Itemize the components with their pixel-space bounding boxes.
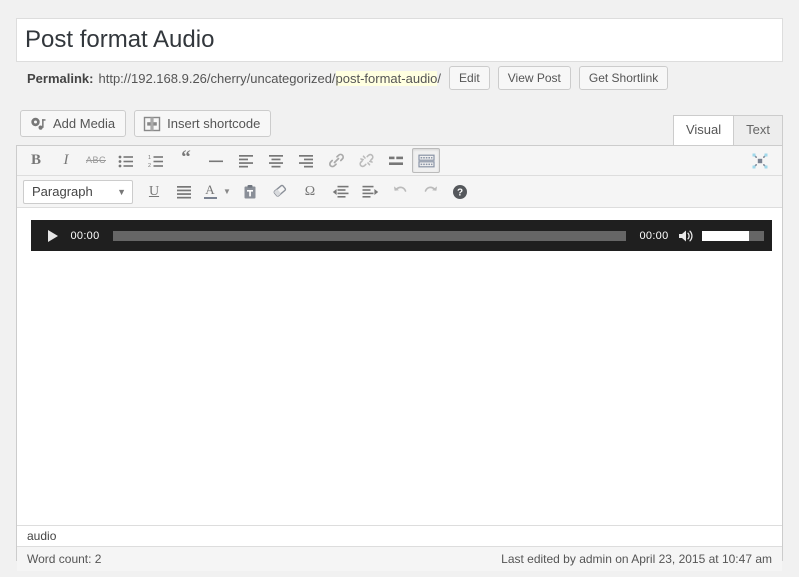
paste-as-text-icon[interactable] [236,179,264,204]
editor-content-area[interactable]: 00:00 00:00 [17,208,782,525]
read-more-icon[interactable] [382,148,410,173]
fullscreen-icon[interactable] [746,148,774,173]
unlink-icon[interactable] [352,148,380,173]
align-center-icon[interactable] [262,148,290,173]
special-character-glyph: Ω [305,185,315,199]
audio-current-time: 00:00 [65,230,105,242]
kitchen-sink-icon[interactable] [412,148,440,173]
bold-glyph: B [31,153,41,168]
editor-mode-tabs: Visual Text [673,114,783,144]
edit-permalink-button[interactable]: Edit [449,66,490,90]
insert-shortcode-button[interactable]: Insert shortcode [134,110,271,137]
insert-shortcode-label: Insert shortcode [167,116,260,131]
bulleted-list-icon[interactable] [112,148,140,173]
italic-icon[interactable]: I [52,148,80,173]
post-title-input[interactable] [16,18,783,62]
undo-icon[interactable] [386,179,414,204]
audio-volume-slider[interactable] [702,231,764,241]
editor-toolbar-row-1: B I ABC 1 2 [17,146,782,176]
redo-icon[interactable] [416,179,444,204]
audio-duration: 00:00 [634,230,674,242]
insert-link-icon[interactable] [322,148,350,173]
keyboard-shortcuts-help-icon[interactable]: ? [446,179,474,204]
text-color-swatch [204,197,217,200]
path-element-audio[interactable]: audio [27,529,56,543]
permalink-slug[interactable]: post-format-audio [336,71,438,86]
svg-text:?: ? [457,187,463,198]
word-count: Word count: 2 [27,552,101,566]
strikethrough-glyph: ABC [86,156,106,165]
play-icon [48,230,58,242]
post-editor-page: Permalink: http://192.168.9.26/cherry/un… [0,0,799,577]
justify-icon[interactable] [170,179,198,204]
svg-text:2: 2 [148,163,151,168]
permalink-label: Permalink: [27,71,93,86]
permalink-base-url: http://192.168.9.26/cherry/uncategorized… [98,71,335,86]
chevron-down-icon: ▼ [117,187,126,197]
horizontal-rule-icon[interactable] [202,148,230,173]
audio-player[interactable]: 00:00 00:00 [31,220,772,251]
text-color-icon[interactable]: A [200,179,220,204]
underline-glyph: U [149,185,159,199]
editor-toolbar-row-2: Paragraph ▼ U A ▼ [17,176,782,208]
italic-glyph: I [64,153,69,168]
special-character-icon[interactable]: Ω [296,179,324,204]
text-color-caret-icon[interactable]: ▼ [220,179,234,204]
view-post-button[interactable]: View Post [498,66,571,90]
add-media-button[interactable]: Add Media [20,110,126,137]
media-icon [29,115,47,133]
last-edited: Last edited by admin on April 23, 2015 a… [501,552,772,566]
audio-play-button[interactable] [39,223,65,249]
editor-path-bar: audio [17,525,782,546]
content-editor: B I ABC 1 2 [16,145,783,561]
outdent-icon[interactable] [326,179,354,204]
add-media-label: Add Media [53,116,115,131]
volume-fill [702,231,749,241]
bold-icon[interactable]: B [22,148,50,173]
paragraph-format-value: Paragraph [32,184,93,199]
strikethrough-icon[interactable]: ABC [82,148,110,173]
svg-text:1: 1 [148,155,151,161]
editor-status-bar: Word count: 2 Last edited by admin on Ap… [17,546,782,571]
numbered-list-icon[interactable]: 1 2 [142,148,170,173]
blockquote-icon[interactable]: “ [172,148,200,173]
align-right-icon[interactable] [292,148,320,173]
volume-icon[interactable] [674,225,698,247]
align-left-icon[interactable] [232,148,260,173]
indent-icon[interactable] [356,179,384,204]
get-shortlink-button[interactable]: Get Shortlink [579,66,668,90]
clear-formatting-icon[interactable] [266,179,294,204]
permalink-row: Permalink: http://192.168.9.26/cherry/un… [27,66,668,90]
tab-visual[interactable]: Visual [673,115,734,145]
audio-progress-slider[interactable] [113,231,626,241]
permalink-trailing-slash: / [437,71,441,86]
title-field-wrapper [16,18,783,62]
shortcode-icon [143,115,161,133]
underline-icon[interactable]: U [140,179,168,204]
paragraph-format-select[interactable]: Paragraph ▼ [23,180,133,204]
blockquote-glyph: “ [181,153,191,163]
media-buttons-row: Add Media Insert shortcode [20,110,271,137]
text-color-caret-glyph: ▼ [223,188,231,196]
text-color-glyph: A [205,184,214,196]
tab-text[interactable]: Text [734,115,783,145]
